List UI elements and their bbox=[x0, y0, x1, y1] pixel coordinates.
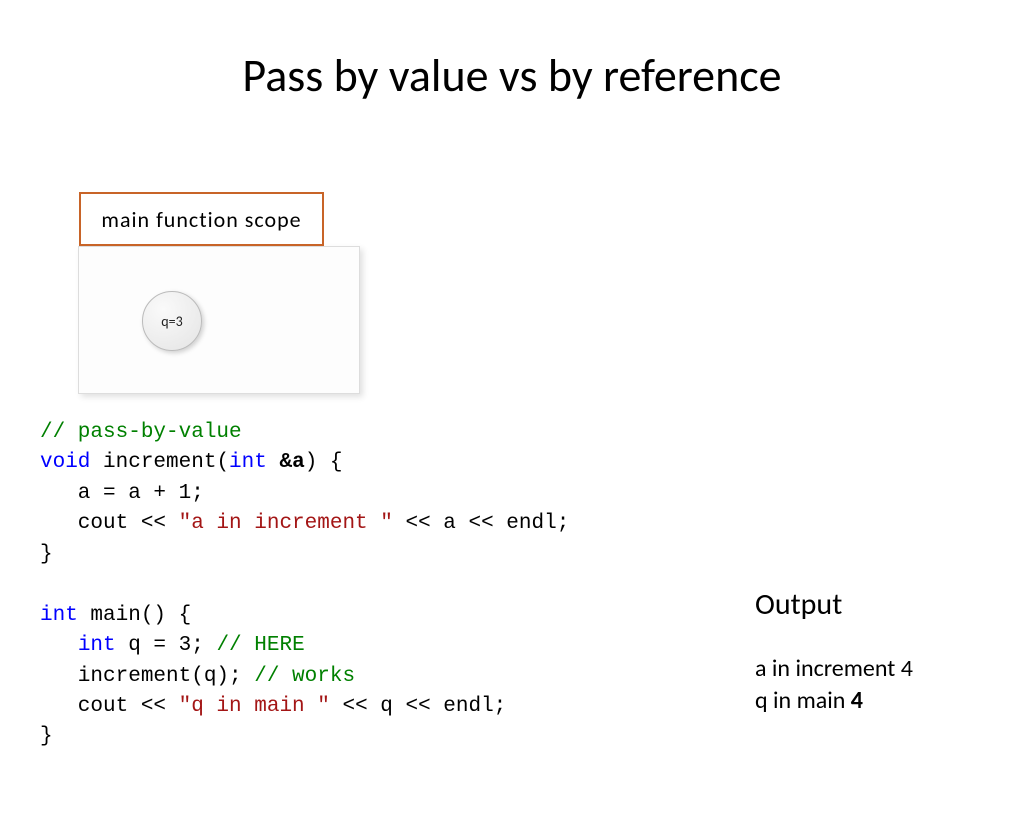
code-text: increment( bbox=[90, 451, 229, 474]
code-text: cout << bbox=[40, 512, 179, 535]
output-value: 4 bbox=[901, 654, 913, 683]
variable-text: q=3 bbox=[161, 313, 182, 330]
code-kw-int: int bbox=[229, 451, 267, 474]
output-line-1: a in increment 4 bbox=[755, 653, 913, 685]
code-text bbox=[40, 634, 78, 657]
output-text: q in main bbox=[755, 686, 851, 715]
code-string: "a in increment " bbox=[179, 512, 393, 535]
code-comment: // pass-by-value bbox=[40, 421, 242, 444]
code-comment: // works bbox=[254, 665, 355, 688]
code-kw-void: void bbox=[40, 451, 90, 474]
output-text: a in increment bbox=[755, 654, 901, 683]
code-text bbox=[267, 451, 280, 474]
output-value-bold: 4 bbox=[851, 686, 863, 715]
output-heading: Output bbox=[755, 586, 913, 623]
output-line-2: q in main 4 bbox=[755, 685, 913, 717]
code-string: "q in main " bbox=[179, 695, 330, 718]
code-text: ) { bbox=[305, 451, 343, 474]
slide-title: Pass by value vs by reference bbox=[0, 48, 1024, 104]
code-text: q = 3; bbox=[116, 634, 217, 657]
code-text: a = a + 1; bbox=[40, 482, 204, 505]
scope-body-box bbox=[78, 246, 360, 394]
code-text: << a << endl; bbox=[393, 512, 569, 535]
scope-label-text: main function scope bbox=[101, 206, 301, 233]
code-block: // pass-by-value void increment(int &a) … bbox=[40, 418, 569, 753]
scope-label-box: main function scope bbox=[79, 192, 324, 246]
code-text: } bbox=[40, 543, 53, 566]
code-text: << q << endl; bbox=[330, 695, 506, 718]
code-text: main() { bbox=[78, 604, 191, 627]
variable-circle: q=3 bbox=[142, 291, 202, 351]
code-comment: // HERE bbox=[216, 634, 304, 657]
code-kw-int: int bbox=[78, 634, 116, 657]
output-section: Output a in increment 4 q in main 4 bbox=[755, 586, 913, 718]
code-text: increment(q); bbox=[40, 665, 254, 688]
code-text: cout << bbox=[40, 695, 179, 718]
code-text: } bbox=[40, 725, 53, 748]
code-kw-int: int bbox=[40, 604, 78, 627]
code-ref-param: &a bbox=[279, 451, 304, 474]
